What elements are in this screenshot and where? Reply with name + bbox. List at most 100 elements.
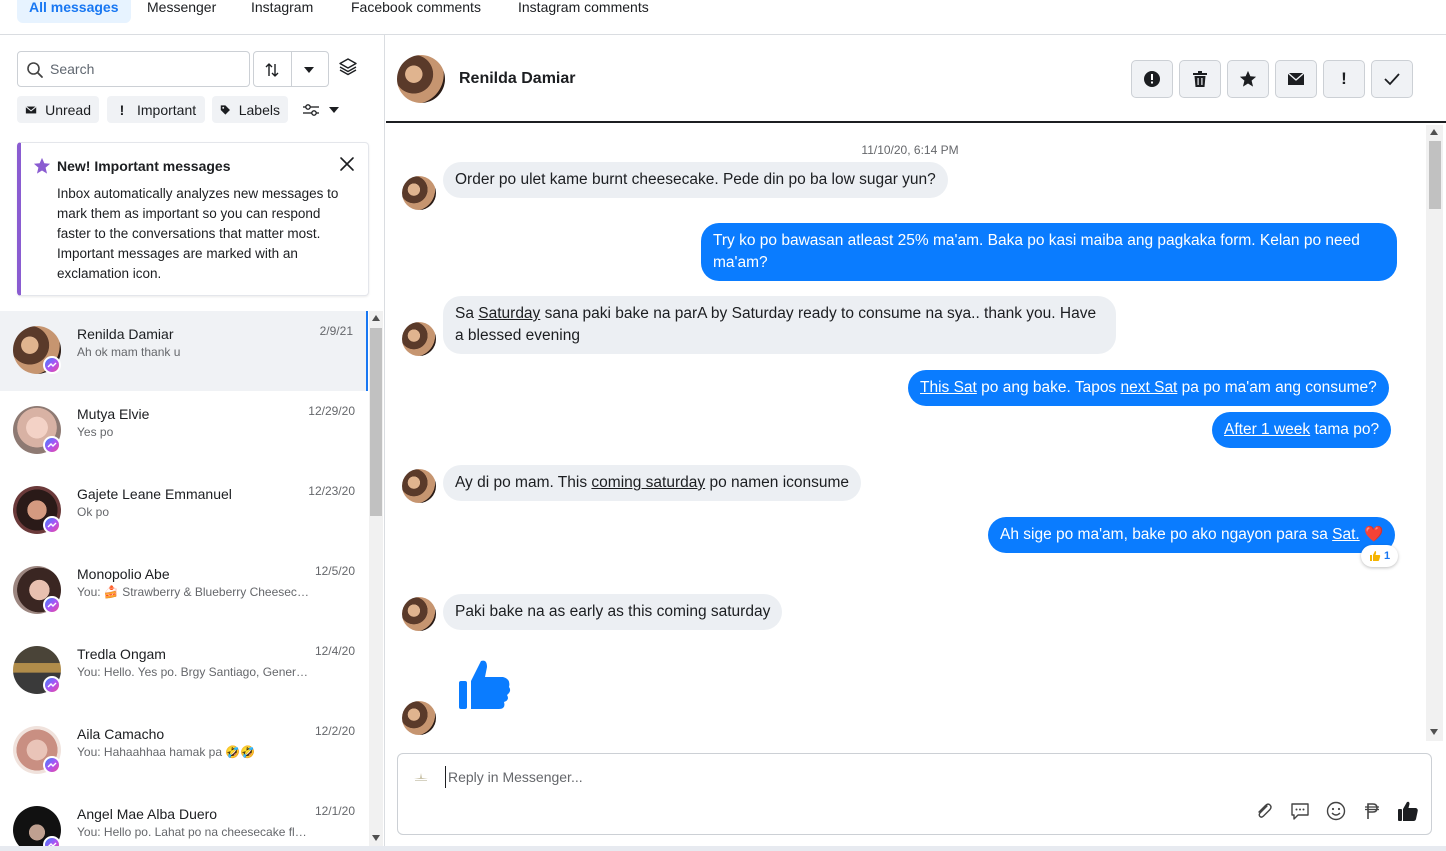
avatar — [402, 701, 436, 735]
sliders-icon — [303, 103, 319, 116]
conversation-item[interactable]: Gajete Leane Emmanuel Ok po 12/23/20 — [0, 471, 368, 551]
date-link[interactable]: coming saturday — [591, 474, 705, 491]
message-bubble-outgoing: Ah sige po ma'am, bake po ako ngayon par… — [988, 517, 1396, 553]
peso-icon — [1365, 803, 1379, 819]
chevron-down-icon — [329, 106, 339, 113]
mark-done-button[interactable] — [1371, 60, 1413, 98]
conversation-date: 12/23/20 — [308, 484, 355, 498]
conversation-item[interactable]: Renilda Damiar Ah ok mam thank u 2/9/21 — [0, 311, 368, 391]
mark-unread-button[interactable] — [1275, 60, 1317, 98]
search-input[interactable] — [50, 59, 240, 79]
saved-replies-button[interactable] — [1289, 800, 1311, 822]
conversation-date: 12/2/20 — [314, 724, 355, 738]
unread-filter[interactable]: Unread — [17, 96, 99, 123]
date-link[interactable]: next Sat — [1121, 379, 1178, 396]
advanced-filter-dropdown[interactable] — [294, 96, 350, 123]
attach-button[interactable] — [1253, 800, 1275, 822]
tab-instagram-comments[interactable]: Instagram comments — [518, 0, 649, 23]
conversation-item[interactable]: Tredla Ongam You: Hello. Yes po. Brgy Sa… — [0, 631, 368, 711]
unread-filter-label: Unread — [45, 101, 91, 118]
alert-circle-icon — [1144, 71, 1160, 87]
avatar — [402, 469, 436, 503]
scrollbar-thumb[interactable] — [1429, 141, 1441, 209]
conversation-preview: You: Hahaahhaa hamak pa 🤣🤣 — [77, 745, 256, 759]
mark-important-button[interactable]: ! — [1323, 60, 1365, 98]
conversation-preview: You: Hello. Yes po. Brgy Santiago, Gener… — [77, 665, 312, 679]
message-bubble-outgoing: After 1 week tama po? — [1212, 412, 1392, 448]
conversation-item[interactable]: Angel Mae Alba Duero You: Hello po. Laha… — [0, 791, 368, 851]
sort-dropdown[interactable] — [253, 51, 329, 87]
message-text: po ang bake. Tapos — [976, 379, 1121, 396]
report-spam-button[interactable] — [1131, 60, 1173, 98]
important-messages-banner: New! Important messages Inbox automatica… — [17, 142, 369, 296]
date-link[interactable]: Saturday — [478, 305, 540, 322]
search-box — [17, 51, 250, 87]
reaction-count: 1 — [1383, 550, 1391, 562]
inbox-app: All messages Messenger Instagram Faceboo… — [0, 0, 1446, 851]
reaction-badge[interactable]: 1 — [1361, 545, 1398, 567]
envelope-icon — [1287, 72, 1305, 85]
messenger-badge-icon — [43, 596, 61, 614]
avatar — [402, 322, 436, 356]
conversation-preview: Ah ok mam thank u — [77, 345, 181, 359]
conversation-name: Aila Camacho — [77, 726, 165, 742]
conversation-list-scrollbar[interactable] — [369, 311, 383, 851]
bottom-border — [0, 846, 1446, 851]
paperclip-icon — [1258, 803, 1272, 818]
chevron-down-icon — [304, 67, 314, 73]
delete-button[interactable] — [1179, 60, 1221, 98]
envelope-icon — [25, 105, 37, 113]
date-link[interactable]: After 1 week — [1224, 421, 1310, 438]
tab-messenger[interactable]: Messenger — [147, 0, 216, 23]
emoji-button[interactable] — [1325, 800, 1347, 822]
message-text: Ay di po mam. This — [455, 474, 592, 491]
avatar — [397, 55, 445, 103]
banner-title: New! Important messages — [57, 158, 231, 174]
conversation-name: Monopolio Abe — [77, 566, 170, 582]
reply-composer — [397, 753, 1432, 835]
date-link[interactable]: This Sat — [920, 379, 977, 396]
tab-instagram[interactable]: Instagram — [251, 0, 313, 23]
tag-icon — [220, 104, 230, 115]
labels-filter[interactable]: Labels — [212, 96, 288, 123]
search-icon — [27, 62, 43, 78]
conversation-name: Tredla Ongam — [77, 646, 166, 662]
send-like-button[interactable] — [1397, 800, 1419, 822]
conversation-item[interactable]: Aila Camacho You: Hahaahhaa hamak pa 🤣🤣 … — [0, 711, 368, 791]
message-thread: 11/10/20, 6:14 PM Order po ulet kame bur… — [386, 125, 1429, 741]
star-icon — [33, 157, 51, 174]
conversation-preview: You: 🍰 Strawberry & Blueberry Cheesecake — [77, 585, 312, 599]
conversation-date: 12/4/20 — [314, 644, 355, 658]
messenger-badge-icon — [43, 436, 61, 454]
conversation-date: 12/29/20 — [308, 404, 355, 418]
conversation-item[interactable]: Mutya Elvie Yes po 12/29/20 — [0, 391, 368, 471]
payment-button[interactable] — [1361, 800, 1383, 822]
star-button[interactable] — [1227, 60, 1269, 98]
conversation-name: Gajete Leane Emmanuel — [77, 486, 232, 502]
sort-divider — [291, 52, 292, 86]
messenger-badge-icon — [43, 756, 61, 774]
scroll-up-icon[interactable] — [1430, 129, 1438, 135]
message-text: pa po ma'am ang consume? — [1177, 379, 1377, 396]
message-bubble-outgoing: Try ko po bawasan atleast 25% ma'am. Bak… — [701, 223, 1397, 281]
message-text: Sa — [455, 305, 479, 322]
layers-button[interactable] — [338, 57, 364, 83]
scroll-down-icon[interactable] — [1430, 729, 1438, 735]
reply-input[interactable] — [445, 766, 1345, 788]
messenger-badge-icon — [43, 676, 61, 694]
tab-facebook-comments[interactable]: Facebook comments — [351, 0, 481, 23]
conversation-panel: Unread ! Important Labels New! Important… — [0, 35, 385, 851]
scrollbar-thumb[interactable] — [370, 328, 382, 516]
thread-scrollbar[interactable] — [1426, 125, 1443, 741]
conversation-item[interactable]: Monopolio Abe You: 🍰 Strawberry & Bluebe… — [0, 551, 368, 631]
date-link[interactable]: Sat. — [1332, 526, 1360, 543]
conversation-date: 12/1/20 — [314, 804, 355, 818]
tab-all-messages[interactable]: All messages — [17, 0, 131, 23]
important-filter[interactable]: ! Important — [107, 96, 205, 123]
checkmark-icon — [1384, 73, 1400, 86]
close-icon[interactable] — [339, 156, 355, 172]
message-bubble-incoming: Ay di po mam. This coming saturday po na… — [443, 465, 862, 501]
layers-icon — [339, 58, 357, 76]
scroll-up-icon[interactable] — [372, 315, 380, 321]
scroll-down-icon[interactable] — [372, 835, 380, 841]
